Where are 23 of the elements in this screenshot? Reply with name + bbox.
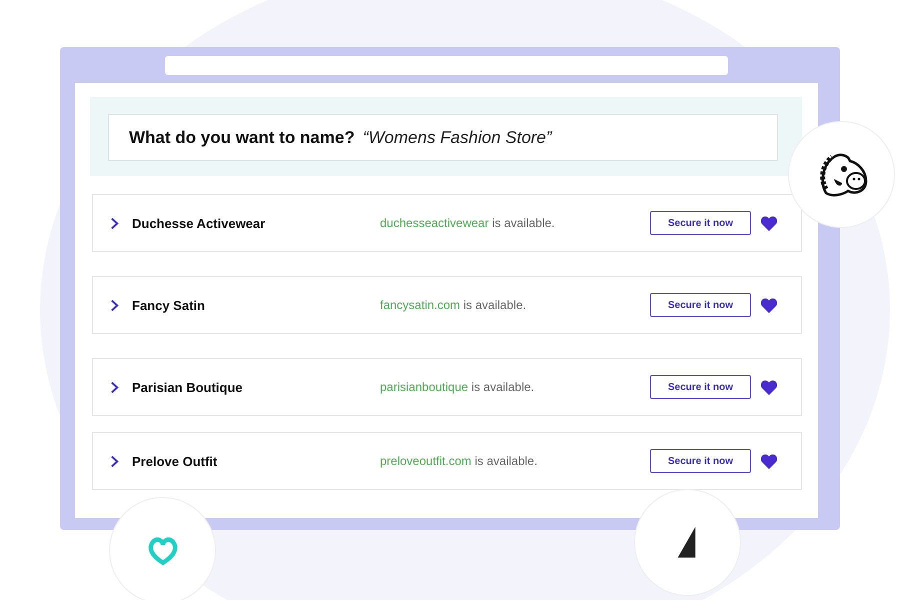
heart-icon[interactable] (761, 454, 777, 468)
business-name: Parisian Boutique (132, 380, 244, 394)
chevron-icon[interactable] (110, 380, 119, 394)
availability-text: parisianboutique is available. (380, 380, 536, 394)
availability-text: preloveoutfit.com is available. (380, 454, 538, 468)
secure-button[interactable]: Secure it now (650, 375, 751, 399)
secure-button[interactable]: Secure it now (650, 449, 751, 473)
chevron-icon[interactable] (110, 298, 119, 312)
business-name: Duchesse Activewear (132, 216, 266, 230)
chevron-icon[interactable] (110, 454, 119, 468)
search-query: “Womens Fashion Store” (362, 128, 552, 148)
business-name: Prelove Outfit (132, 454, 218, 468)
heart-icon[interactable] (761, 216, 777, 230)
availability-text: fancysatin.com is available. (380, 298, 528, 312)
heart-icon[interactable] (761, 380, 777, 394)
secure-button[interactable]: Secure it now (650, 211, 751, 235)
business-name: Fancy Satin (132, 298, 206, 312)
chevron-icon[interactable] (110, 216, 119, 230)
search-question: What do you want to name? (129, 128, 355, 148)
availability-text: duchesseactivewear is available. (380, 216, 556, 230)
search-field[interactable]: What do you want to name? “Womens Fashion Store” (108, 114, 778, 161)
heart-icon[interactable] (761, 298, 777, 312)
secure-button[interactable]: Secure it now (650, 293, 751, 317)
